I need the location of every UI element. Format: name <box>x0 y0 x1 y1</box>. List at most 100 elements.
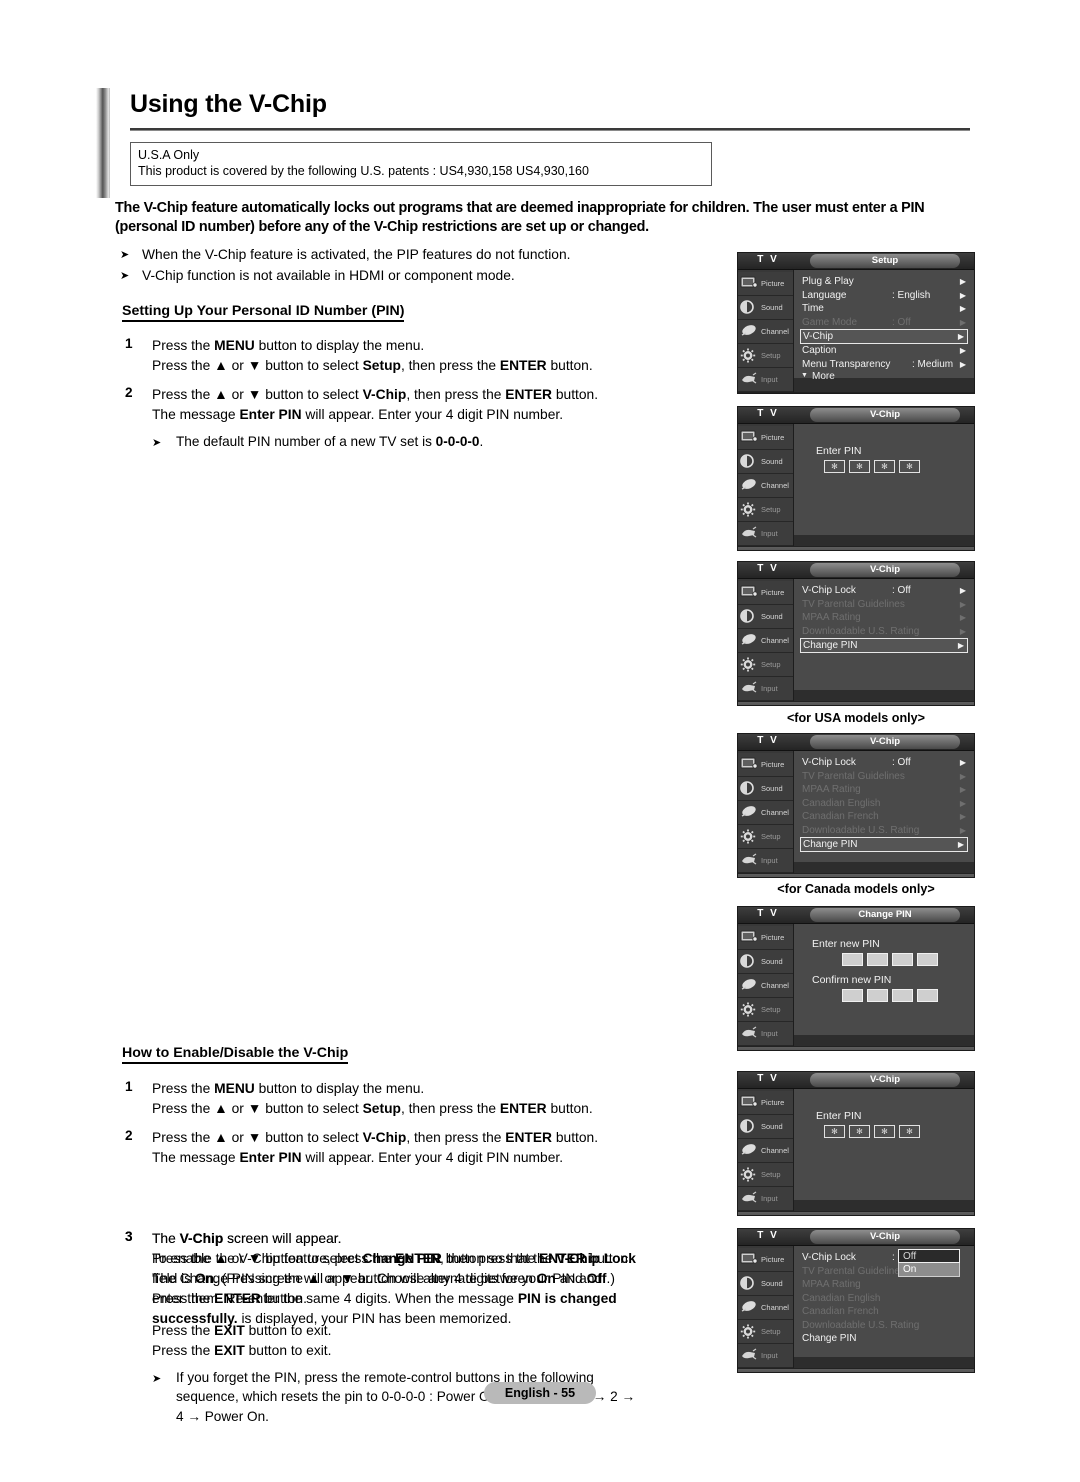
step-text-frag: will appear. Enter your 4 digit PIN numb… <box>301 407 564 422</box>
step-text-frag: The message <box>152 407 240 422</box>
new-pin-digit-group[interactable] <box>812 953 974 966</box>
osd-sidebar-item-channel[interactable]: Channel <box>738 474 793 498</box>
osd-sidebar-item-picture[interactable]: Picture <box>738 272 793 296</box>
channel-icon <box>740 633 760 649</box>
menu-row-value: : Off <box>892 757 911 769</box>
osd-sidebar-item-channel[interactable]: Channel <box>738 974 793 998</box>
osd-sidebar-item-sound[interactable]: Sound <box>738 950 793 974</box>
pin-digit[interactable] <box>842 953 863 966</box>
osd-sidebar-item-sound[interactable]: Sound <box>738 296 793 320</box>
osd-sidebar-item-input[interactable]: Input <box>738 677 793 701</box>
osd-sidebar-item-setup[interactable]: Setup <box>738 498 793 522</box>
up-down-arrows-icon: ↕ <box>849 1372 853 1373</box>
menu-row-change-pin-selected[interactable]: Change PIN ▶ <box>800 837 968 852</box>
osd-sidebar-item-input[interactable]: Input <box>738 849 793 873</box>
osd-sidebar-item-picture[interactable]: Picture <box>738 1248 793 1272</box>
menu-row-caption[interactable]: Caption ▶ <box>794 344 974 358</box>
footer-pin-hint-label: 0~9 Enter PIN <box>863 550 920 551</box>
menu-row-menu-transparency[interactable]: Menu Transparency: Medium ▶ <box>794 358 974 372</box>
confirm-pin-digit-group[interactable] <box>812 989 974 1002</box>
pin-digit[interactable]: ✻ <box>824 1125 845 1138</box>
menu-row-language[interactable]: Language: English ▶ <box>794 289 974 303</box>
menu-row-more[interactable]: More <box>794 371 974 385</box>
menu-row-change-pin[interactable]: Change PIN <box>794 1332 974 1346</box>
menu-row-label: Time <box>802 303 824 315</box>
osd-sidebar-item-channel[interactable]: Channel <box>738 1139 793 1163</box>
menu-row-change-pin-selected[interactable]: Change PIN ▶ <box>800 638 968 653</box>
osd-sidebar-item-input[interactable]: Input <box>738 368 793 392</box>
osd-sidebar-item-picture[interactable]: Picture <box>738 1091 793 1115</box>
osd-sidebar-item-channel[interactable]: Channel <box>738 1296 793 1320</box>
osd-sidebar-item-setup[interactable]: Setup <box>738 344 793 368</box>
menu-row-plug-play[interactable]: Plug & Play ▶ <box>794 275 974 289</box>
osd-sidebar-item-setup[interactable]: Setup <box>738 1320 793 1344</box>
osd-sidebar-item-channel[interactable]: Channel <box>738 320 793 344</box>
osd-sidebar-item-sound[interactable]: Sound <box>738 1272 793 1296</box>
osd-footer: ↕Move ⎆ Enter ↻Return <box>738 873 974 878</box>
osd-sidebar-item-setup[interactable]: Setup <box>738 825 793 849</box>
pin-digit[interactable] <box>867 953 888 966</box>
dropdown-option-on[interactable]: On <box>898 1263 960 1277</box>
footer-return: ↻Return <box>931 1215 968 1216</box>
menu-row-vchip-lock[interactable]: V-Chip Lock: Off ▶ <box>794 756 974 770</box>
menu-row-label: Plug & Play <box>802 276 854 288</box>
key-enter-pin: Enter PIN <box>239 1150 302 1165</box>
osd-sidebar-item-input[interactable]: Input <box>738 1187 793 1211</box>
pin-digit[interactable]: ✻ <box>849 460 870 473</box>
pin-digit[interactable]: ✻ <box>899 1125 920 1138</box>
chevron-right-icon: ▶ <box>957 641 964 650</box>
osd-title: V-Chip <box>810 408 960 422</box>
pin-digit[interactable] <box>892 989 913 1002</box>
dropdown-option-off[interactable]: Off <box>898 1249 960 1263</box>
osd-sidebar-item-input[interactable]: Input <box>738 522 793 546</box>
pin-digit[interactable] <box>892 953 913 966</box>
page-footer-badge: English - 55 <box>484 1382 596 1404</box>
pin-digit[interactable] <box>917 953 938 966</box>
picture-icon <box>740 276 760 292</box>
menu-row-vchip-selected[interactable]: V-Chip ▶ <box>800 329 968 344</box>
menu-row-time[interactable]: Time ▶ <box>794 302 974 316</box>
osd-sidebar-item-setup[interactable]: Setup <box>738 653 793 677</box>
osd-sidebar-item-picture[interactable]: Picture <box>738 753 793 777</box>
pin-digit-group[interactable]: ✻ ✻ ✻ ✻ <box>816 460 974 473</box>
pin-digit-group[interactable]: ✻ ✻ ✻ ✻ <box>816 1125 974 1138</box>
osd-sidebar-item-picture[interactable]: Picture <box>738 926 793 950</box>
osd-sidebar-item-label: Sound <box>761 784 783 793</box>
osd-sidebar-item-picture[interactable]: Picture <box>738 426 793 450</box>
step-text-frag: The default PIN number of a new TV set i… <box>176 434 436 449</box>
osd-sidebar-item-sound[interactable]: Sound <box>738 777 793 801</box>
menu-row-label: Change PIN <box>803 839 858 850</box>
pin-digit[interactable] <box>842 989 863 1002</box>
osd-sidebar-item-setup[interactable]: Setup <box>738 998 793 1022</box>
footer-move: ↕Move <box>849 877 878 878</box>
osd-sidebar-item-label: Channel <box>761 1303 789 1312</box>
osd-sidebar-item-sound[interactable]: Sound <box>738 605 793 629</box>
menu-row-vchip-lock[interactable]: V-Chip Lock: Off ▶ <box>794 584 974 598</box>
pin-digit[interactable]: ✻ <box>824 460 845 473</box>
pin-digit[interactable] <box>867 989 888 1002</box>
osd-sidebar-item-channel[interactable]: Channel <box>738 629 793 653</box>
pin-digit[interactable]: ✻ <box>849 1125 870 1138</box>
osd-tv-label: T V <box>757 1073 779 1084</box>
vchip-lock-dropdown[interactable]: Off On <box>898 1249 960 1277</box>
pin-digit[interactable] <box>917 989 938 1002</box>
osd-sidebar-item-channel[interactable]: Channel <box>738 801 793 825</box>
osd-sidebar-item-picture[interactable]: Picture <box>738 581 793 605</box>
pin-digit[interactable]: ✻ <box>874 460 895 473</box>
osd-sidebar-item-input[interactable]: Input <box>738 1344 793 1368</box>
osd-sidebar-item-sound[interactable]: Sound <box>738 450 793 474</box>
osd-sidebar-item-label: Channel <box>761 327 789 336</box>
step-text-frag: button. <box>546 1101 593 1116</box>
osd-sidebar-item-input[interactable]: Input <box>738 1022 793 1046</box>
step-text-frag: Press the <box>152 1081 215 1096</box>
pin-digit[interactable]: ✻ <box>874 1125 895 1138</box>
footer-enter-label: Enter <box>899 705 921 706</box>
step-text-frag: .) <box>606 1271 615 1286</box>
channel-icon <box>740 478 760 494</box>
osd-sidebar-item-label: Picture <box>761 760 785 769</box>
osd-sidebar-item-setup[interactable]: Setup <box>738 1163 793 1187</box>
osd-sidebar-item-sound[interactable]: Sound <box>738 1115 793 1139</box>
osd-sidebar-item-label: Input <box>761 1351 778 1360</box>
change-pin-area: Enter new PIN Confirm new PIN <box>794 929 974 1035</box>
pin-digit[interactable]: ✻ <box>899 460 920 473</box>
